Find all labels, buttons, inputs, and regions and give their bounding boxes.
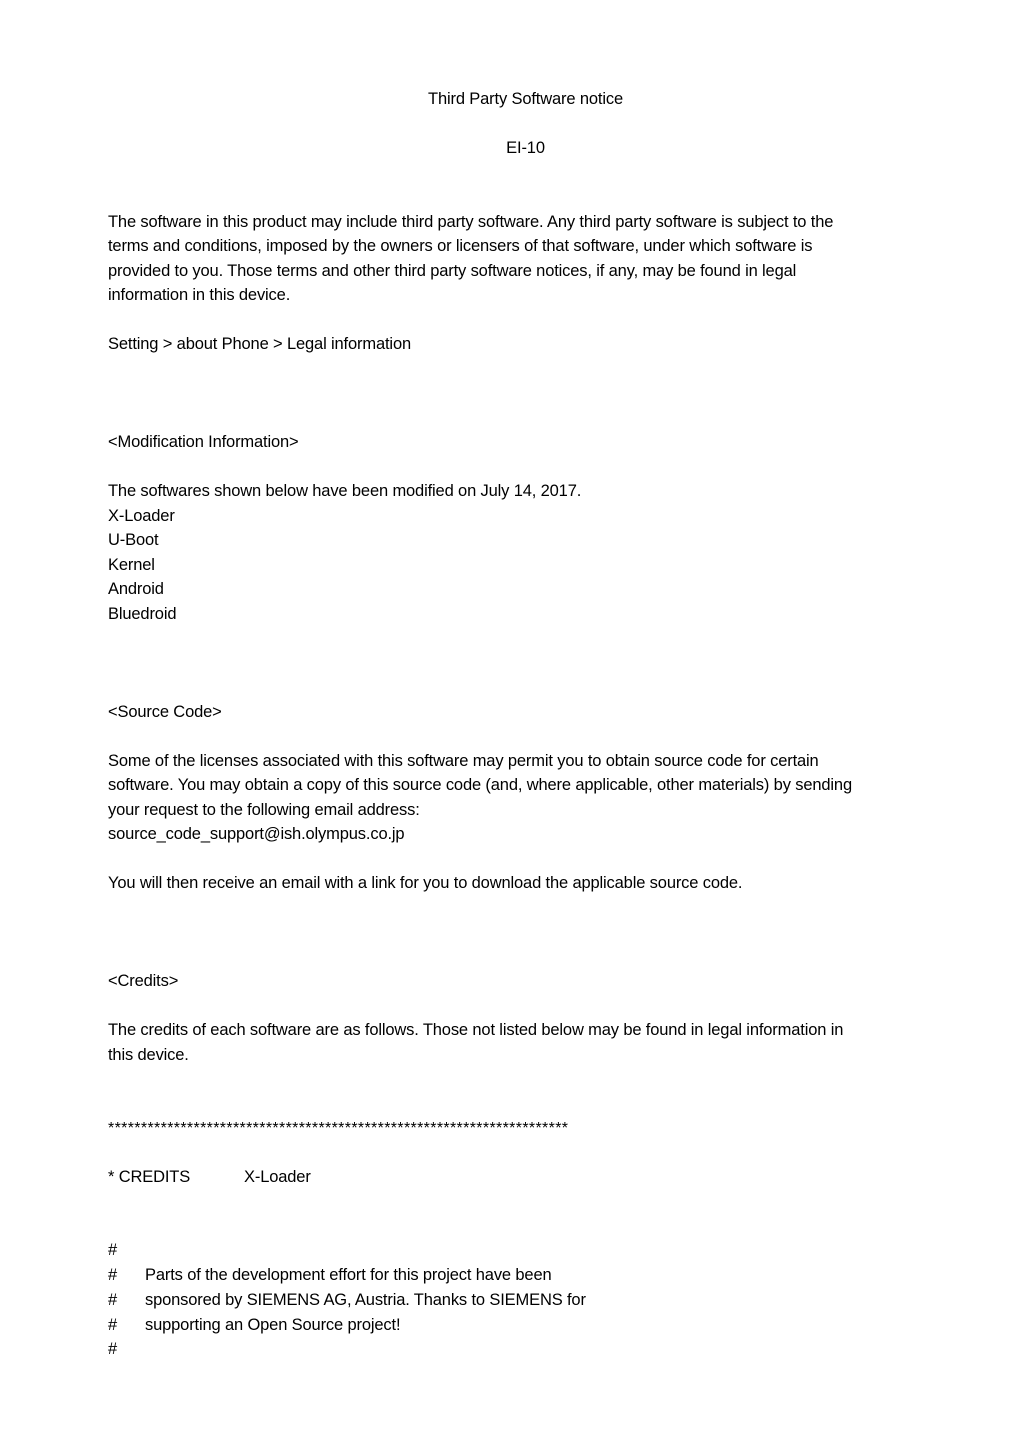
separator-line: ****************************************… <box>108 1120 569 1137</box>
comment-line: Parts of the development effort for this… <box>145 1266 552 1284</box>
document-title: Third Party Software notice <box>428 90 623 108</box>
list-item: Kernel <box>108 556 155 574</box>
credits-heading: <Credits> <box>108 972 179 990</box>
comment-marker: # <box>108 1340 118 1358</box>
modification-heading: <Modification Information> <box>108 433 299 451</box>
model-number: EI-10 <box>506 139 545 157</box>
settings-path: Setting > about Phone > Legal informatio… <box>108 335 411 353</box>
comment-marker: # <box>108 1291 118 1309</box>
source-code-line: Some of the licenses associated with thi… <box>108 752 819 770</box>
credits-entry-name: X-Loader <box>244 1168 311 1186</box>
list-item: Bluedroid <box>108 605 177 623</box>
credits-entry-label: * CREDITS <box>108 1168 191 1186</box>
support-email: source_code_support@ish.olympus.co.jp <box>108 825 405 843</box>
source-code-heading: <Source Code> <box>108 703 222 721</box>
comment-marker: # <box>108 1241 118 1259</box>
source-code-line: software. You may obtain a copy of this … <box>108 776 852 794</box>
list-item: X-Loader <box>108 507 175 525</box>
intro-line: provided to you. Those terms and other t… <box>108 262 797 280</box>
source-code-line: your request to the following email addr… <box>108 801 420 819</box>
credits-line: this device. <box>108 1046 189 1064</box>
credits-line: The credits of each software are as foll… <box>108 1021 844 1039</box>
comment-line: supporting an Open Source project! <box>145 1316 401 1334</box>
document-page: Third Party Software notice EI-10 The so… <box>0 0 1020 1443</box>
list-item: Android <box>108 580 164 598</box>
source-code-followup: You will then receive an email with a li… <box>108 874 743 892</box>
modification-statement: The softwares shown below have been modi… <box>108 482 582 500</box>
intro-line: terms and conditions, imposed by the own… <box>108 237 813 255</box>
list-item: U-Boot <box>108 531 159 549</box>
intro-line: The software in this product may include… <box>108 213 834 231</box>
intro-line: information in this device. <box>108 286 291 304</box>
comment-marker: # <box>108 1316 118 1334</box>
comment-marker: # <box>108 1266 118 1284</box>
comment-line: sponsored by SIEMENS AG, Austria. Thanks… <box>145 1291 586 1309</box>
